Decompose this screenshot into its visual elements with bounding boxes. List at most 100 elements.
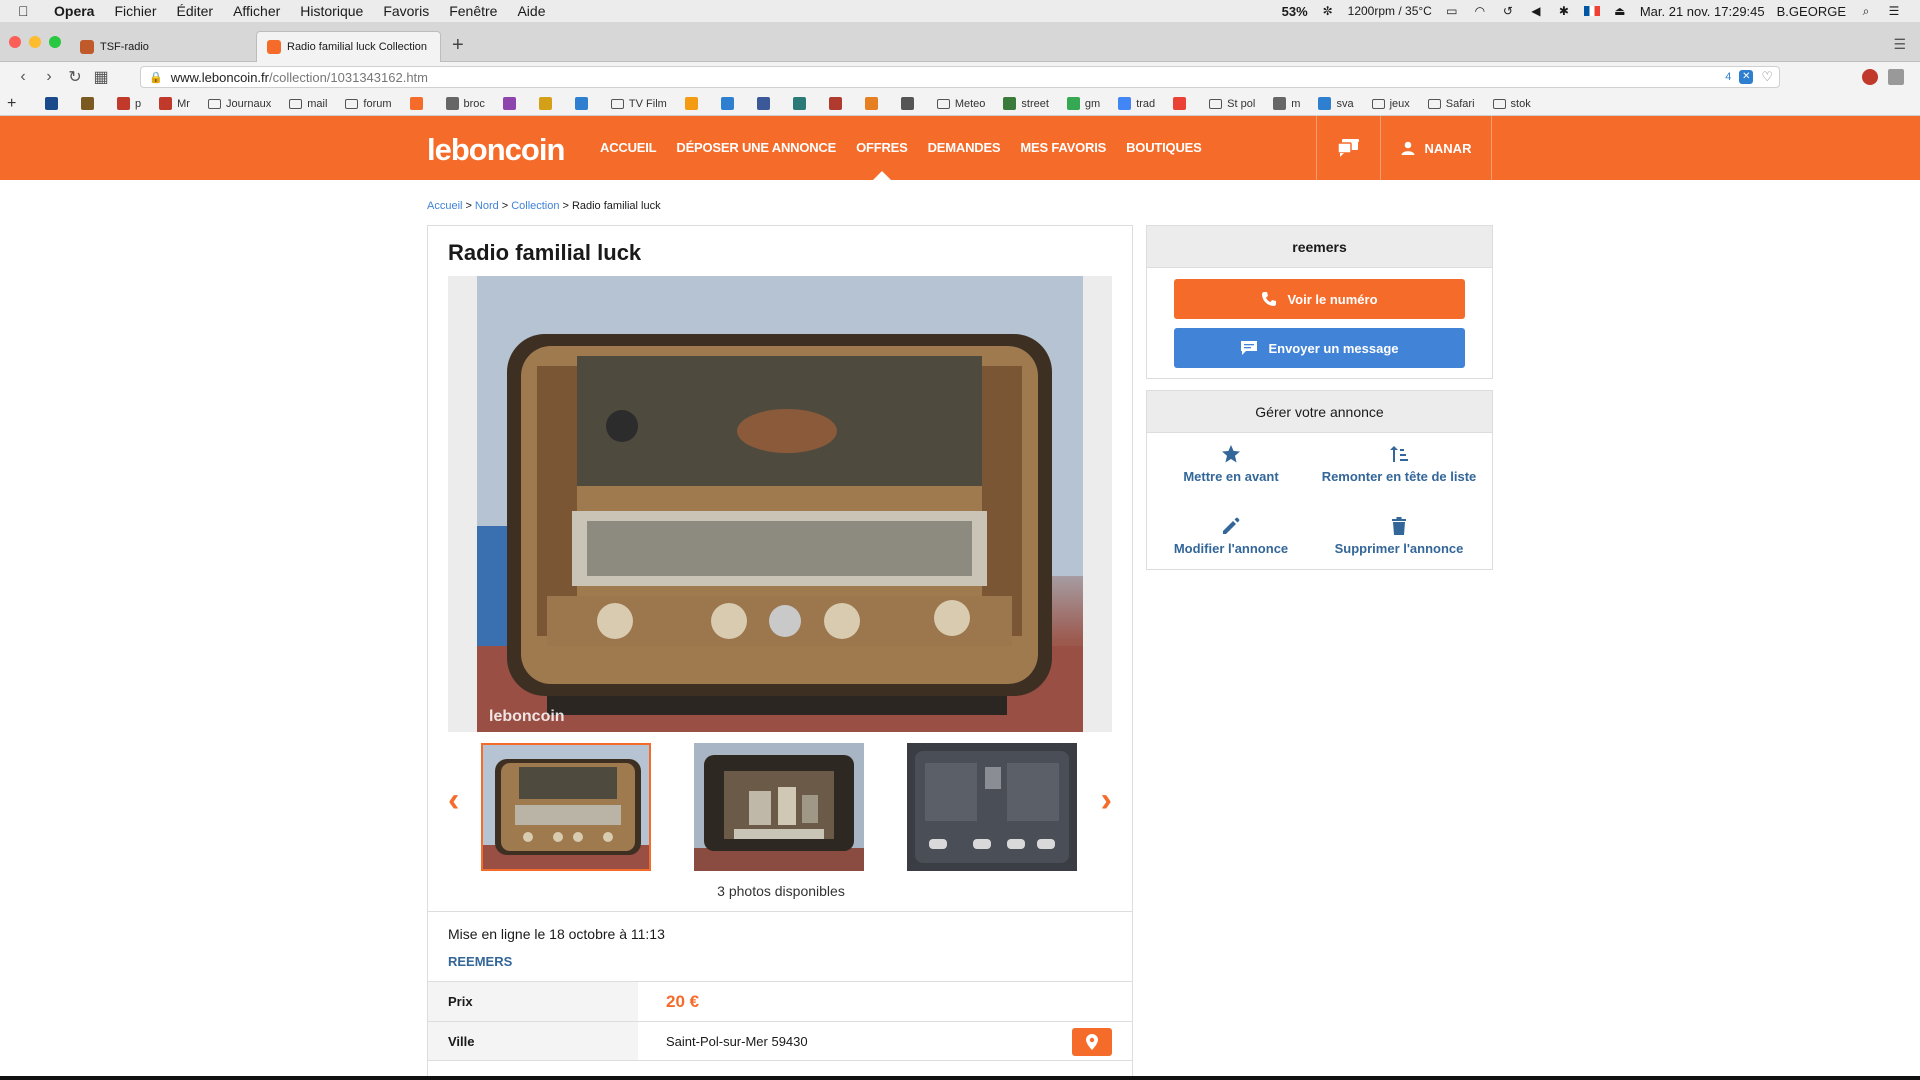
- bookmark-7[interactable]: [409, 97, 428, 110]
- notification-center-icon[interactable]: ☰: [1886, 4, 1902, 18]
- show-phone-button[interactable]: Voir le numéro: [1174, 279, 1465, 319]
- eject-icon[interactable]: ⏏: [1612, 4, 1628, 18]
- bookmark-5[interactable]: mail: [289, 98, 327, 110]
- forward-arrow-icon[interactable]: ›: [36, 68, 62, 86]
- time-machine-icon[interactable]: ↺: [1500, 4, 1516, 18]
- menu-afficher[interactable]: Afficher: [233, 3, 280, 19]
- bookmark-0[interactable]: [45, 97, 63, 110]
- bookmark-19[interactable]: [900, 97, 919, 110]
- airplay-icon[interactable]: ▭: [1444, 4, 1460, 18]
- bookmark-8[interactable]: broc: [445, 97, 485, 110]
- bookmark-2[interactable]: p: [117, 97, 141, 110]
- ad-seller-link[interactable]: REEMERS: [448, 954, 512, 969]
- nav-mes-favoris[interactable]: MES FAVORIS: [1020, 116, 1106, 180]
- new-tab-plus-icon[interactable]: +: [452, 34, 464, 57]
- volume-icon[interactable]: ◀: [1528, 4, 1544, 18]
- bookmark-9[interactable]: [502, 97, 521, 110]
- extension-menu-icon[interactable]: [1888, 69, 1904, 85]
- leboncoin-logo[interactable]: leboncoin: [427, 132, 565, 168]
- battery-percent[interactable]: 53%: [1282, 4, 1308, 19]
- bookmark-23[interactable]: trad: [1118, 97, 1155, 110]
- bookmark-15[interactable]: [756, 97, 775, 110]
- map-pin-button[interactable]: [1072, 1028, 1112, 1056]
- bookmark-24[interactable]: [1173, 97, 1191, 110]
- menu-favoris[interactable]: Favoris: [383, 3, 429, 19]
- carousel-prev-chevron-icon[interactable]: ‹: [448, 781, 459, 820]
- url-field[interactable]: 🔒 www.leboncoin.fr /collection/103134316…: [140, 66, 1780, 88]
- send-message-button[interactable]: Envoyer un message: [1174, 328, 1465, 368]
- bump-ad-action[interactable]: Remonter en tête de liste: [1319, 443, 1479, 484]
- nav-demandes[interactable]: DEMANDES: [928, 116, 1001, 180]
- bookmark-21[interactable]: street: [1003, 97, 1049, 110]
- add-bookmark-plus-icon[interactable]: +: [7, 95, 27, 113]
- back-arrow-icon[interactable]: ‹: [10, 68, 36, 86]
- tab-radio-familial-luck[interactable]: Radio familial luck Collection: [256, 31, 441, 62]
- bookmark-10[interactable]: [538, 97, 557, 110]
- fan-readout[interactable]: 1200rpm / 35°C: [1348, 4, 1432, 18]
- bookmark-11[interactable]: [574, 97, 593, 110]
- bookmark-14[interactable]: [720, 97, 739, 110]
- minimize-window-button[interactable]: [29, 36, 41, 48]
- bookmark-22[interactable]: gm: [1066, 97, 1100, 110]
- tab-menu-icon[interactable]: ☰: [1893, 36, 1906, 53]
- bookmark-29[interactable]: Safari: [1427, 98, 1475, 110]
- bluetooth-icon[interactable]: ✱: [1556, 4, 1572, 18]
- adblock-icon[interactable]: ✕: [1739, 70, 1754, 84]
- flag-fr-icon[interactable]: [1583, 6, 1600, 16]
- tracker-count: 4: [1725, 71, 1732, 83]
- bookmark-18[interactable]: [864, 97, 883, 110]
- menu-fichier[interactable]: Fichier: [114, 3, 156, 19]
- extension-red-icon[interactable]: [1862, 69, 1878, 85]
- reload-icon[interactable]: ↻: [62, 67, 88, 87]
- clock[interactable]: Mar. 21 nov. 17:29:45: [1640, 4, 1765, 19]
- bookmark-27[interactable]: sva: [1318, 97, 1354, 110]
- carousel-next-chevron-icon[interactable]: ›: [1101, 781, 1112, 820]
- edit-ad-action[interactable]: Modifier l'annonce: [1151, 515, 1311, 556]
- user-name[interactable]: B.GEORGE: [1777, 4, 1846, 19]
- thumbnail-2[interactable]: [694, 743, 864, 871]
- fullscreen-window-button[interactable]: [49, 36, 61, 48]
- messages-icon[interactable]: [1316, 116, 1380, 180]
- bookmark-12[interactable]: TV Film: [610, 98, 667, 110]
- menu-aide[interactable]: Aide: [517, 3, 545, 19]
- bookmark-28[interactable]: jeux: [1371, 98, 1410, 110]
- bookmark-30[interactable]: stok: [1492, 98, 1531, 110]
- heart-icon[interactable]: ♡: [1761, 69, 1773, 85]
- bookmark-4[interactable]: Journaux: [207, 98, 271, 110]
- user-account-button[interactable]: NANAR: [1380, 116, 1492, 180]
- tab-tsf-radio[interactable]: TSF-radio: [70, 31, 255, 62]
- menu-fenetre[interactable]: Fenêtre: [449, 3, 497, 19]
- delete-ad-action[interactable]: Supprimer l'annonce: [1319, 515, 1479, 556]
- bookmark-26[interactable]: m: [1273, 97, 1300, 110]
- breadcrumb-collection[interactable]: Collection: [511, 200, 559, 212]
- menu-historique[interactable]: Historique: [300, 3, 363, 19]
- close-window-button[interactable]: [9, 36, 21, 48]
- bookmark-20[interactable]: Meteo: [936, 98, 985, 110]
- promote-ad-action[interactable]: Mettre en avant: [1151, 443, 1311, 484]
- wifi-icon[interactable]: ◠: [1472, 4, 1488, 18]
- bookmark-6[interactable]: forum: [345, 98, 392, 110]
- breadcrumb-accueil[interactable]: Accueil: [427, 200, 462, 212]
- nav-boutiques[interactable]: BOUTIQUES: [1126, 116, 1202, 180]
- seller-name[interactable]: reemers: [1147, 226, 1492, 268]
- bookmark-17[interactable]: [828, 97, 847, 110]
- bookmark-13[interactable]: [684, 97, 703, 110]
- breadcrumb-nord[interactable]: Nord: [475, 200, 499, 212]
- nav-offres[interactable]: OFFRES: [856, 116, 908, 180]
- main-photo[interactable]: leboncoin: [448, 276, 1112, 732]
- thumbnail-1[interactable]: [481, 743, 651, 871]
- bookmark-favicon-icon: [574, 97, 588, 110]
- fan-icon[interactable]: ✼: [1320, 4, 1336, 18]
- apple-menu-icon[interactable]: : [18, 3, 40, 19]
- bookmark-1[interactable]: [81, 97, 99, 110]
- thumbnail-3[interactable]: [907, 743, 1077, 871]
- nav-deposer-annonce[interactable]: DÉPOSER UNE ANNONCE: [676, 116, 836, 180]
- bookmark-25[interactable]: St pol: [1209, 98, 1255, 110]
- nav-accueil[interactable]: ACCUEIL: [600, 116, 657, 180]
- menu-editer[interactable]: Éditer: [176, 3, 213, 19]
- bookmark-3[interactable]: Mr: [159, 97, 190, 110]
- speed-dial-grid-icon[interactable]: ▦: [88, 67, 114, 87]
- menu-app-opera[interactable]: Opera: [54, 3, 94, 19]
- spotlight-search-icon[interactable]: ⌕: [1858, 4, 1874, 18]
- bookmark-16[interactable]: [792, 97, 811, 110]
